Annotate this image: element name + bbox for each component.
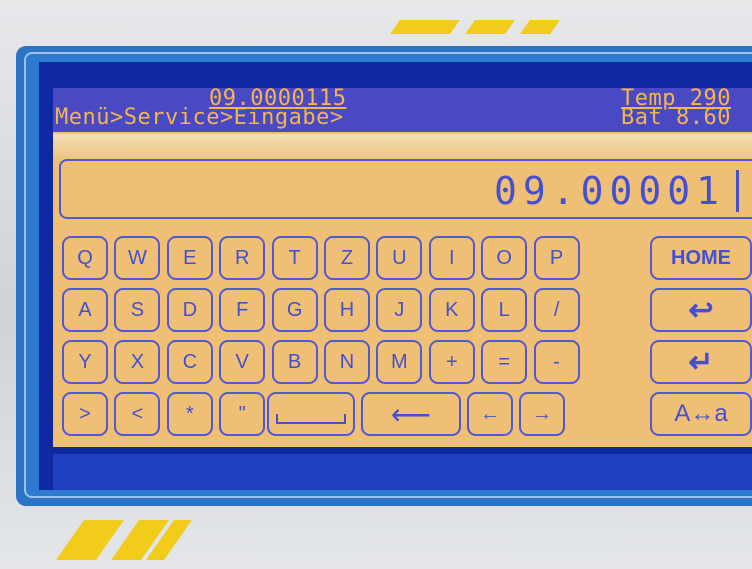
key-label: < — [131, 402, 144, 425]
lcd-bottom-strip — [53, 454, 752, 490]
key-label: B — [287, 350, 302, 373]
back-button[interactable]: ↩ — [650, 288, 752, 332]
key-label: M — [391, 350, 408, 373]
breadcrumb: Menü>Service>Eingabe> — [55, 105, 344, 130]
key-row3-1[interactable]: X — [114, 340, 161, 384]
key-label: R — [234, 246, 250, 269]
key-row3-5[interactable]: N — [324, 340, 370, 384]
key-row3-8[interactable]: = — [481, 340, 528, 384]
enter-button[interactable]: ↵ — [650, 340, 752, 384]
key-row2-1[interactable]: S — [114, 288, 161, 332]
decor-stripe — [465, 20, 515, 34]
key-label: J — [394, 298, 405, 321]
key-row4-3[interactable]: " — [219, 392, 266, 436]
decor-stripe — [390, 20, 460, 34]
key-label: Q — [77, 246, 93, 269]
key-label: + — [445, 350, 458, 373]
space-icon — [276, 414, 346, 424]
back-icon: ↩ — [688, 293, 714, 327]
value-input[interactable]: 09.00001 — [59, 159, 752, 219]
case-toggle-label: A↔a — [674, 400, 728, 427]
decor-stripe — [520, 20, 560, 34]
key-row3-7[interactable]: + — [428, 340, 475, 384]
key-row2-6[interactable]: J — [376, 288, 423, 332]
key-label: U — [392, 246, 407, 269]
cursor-left-key[interactable]: ← — [467, 392, 513, 436]
key-row3-9[interactable]: - — [533, 340, 580, 384]
key-label: O — [496, 246, 512, 269]
key-label: D — [182, 298, 198, 321]
key-label: W — [127, 246, 147, 269]
home-button[interactable]: HOME — [650, 236, 752, 280]
key-row3-3[interactable]: V — [219, 340, 266, 384]
key-label: P — [549, 246, 564, 269]
key-label: Z — [340, 246, 354, 269]
key-row3-0[interactable]: Y — [62, 340, 108, 384]
key-label: Y — [78, 350, 92, 373]
key-row2-3[interactable]: F — [219, 288, 266, 332]
key-label: F — [236, 298, 249, 321]
input-value: 09.00001 — [493, 169, 725, 213]
key-label: K — [445, 298, 459, 321]
key-row1-7[interactable]: I — [428, 236, 475, 280]
cursor-right-key[interactable]: → — [519, 392, 565, 436]
enter-icon: ↵ — [688, 345, 714, 379]
key-row1-0[interactable]: Q — [62, 236, 108, 280]
key-label: L — [498, 298, 510, 321]
case-toggle-button[interactable]: A↔a — [650, 392, 752, 436]
key-row2-9[interactable]: / — [533, 288, 580, 332]
key-row3-6[interactable]: M — [376, 340, 423, 384]
key-label: H — [339, 298, 355, 321]
key-row3-4[interactable]: B — [271, 340, 318, 384]
home-label: HOME — [671, 246, 731, 269]
key-row1-1[interactable]: W — [114, 236, 161, 280]
key-label: X — [130, 350, 145, 373]
key-row1-2[interactable]: E — [166, 236, 213, 280]
key-label: V — [235, 350, 249, 373]
key-label: = — [498, 350, 511, 373]
key-row4-2[interactable]: * — [166, 392, 213, 436]
lcd-screen: 09.0000115 Menü>Service>Eingabe> Temp 29… — [39, 62, 752, 490]
key-row2-7[interactable]: K — [428, 288, 475, 332]
key-row1-4[interactable]: T — [271, 236, 318, 280]
key-row1-8[interactable]: O — [481, 236, 528, 280]
key-label: A — [78, 298, 92, 321]
backspace-icon: ⟵ — [390, 398, 432, 430]
key-label: E — [183, 246, 197, 269]
key-row1-6[interactable]: U — [376, 236, 423, 280]
key-row2-4[interactable]: G — [271, 288, 318, 332]
key-label: I — [449, 246, 455, 269]
key-row2-5[interactable]: H — [324, 288, 370, 332]
key-row1-5[interactable]: Z — [324, 236, 370, 280]
key-row1-3[interactable]: R — [219, 236, 266, 280]
panel-highlight — [53, 134, 752, 162]
battery-readout: Bat 8.60 — [621, 105, 731, 130]
key-label: / — [553, 298, 560, 321]
key-label: T — [288, 246, 301, 269]
key-label: " — [238, 402, 246, 425]
key-label: N — [339, 350, 355, 373]
key-row2-2[interactable]: D — [166, 288, 213, 332]
backspace-key[interactable]: ⟵ — [361, 392, 461, 436]
key-label: - — [553, 350, 560, 373]
key-label: S — [130, 298, 145, 321]
key-label: C — [182, 350, 198, 373]
key-row2-8[interactable]: L — [481, 288, 528, 332]
key-label: * — [185, 402, 194, 425]
key-row2-0[interactable]: A — [62, 288, 108, 332]
status-header: 09.0000115 Menü>Service>Eingabe> Temp 29… — [53, 88, 752, 132]
key-row1-9[interactable]: P — [533, 236, 580, 280]
space-key[interactable] — [267, 392, 355, 436]
key-row3-2[interactable]: C — [166, 340, 213, 384]
arrow-left-icon: ← — [480, 402, 500, 425]
key-row4-0[interactable]: > — [62, 392, 108, 436]
key-label: G — [286, 298, 303, 321]
text-caret — [736, 170, 739, 212]
key-label: > — [79, 402, 91, 425]
arrow-right-icon: → — [532, 402, 552, 425]
key-row4-1[interactable]: < — [114, 392, 161, 436]
